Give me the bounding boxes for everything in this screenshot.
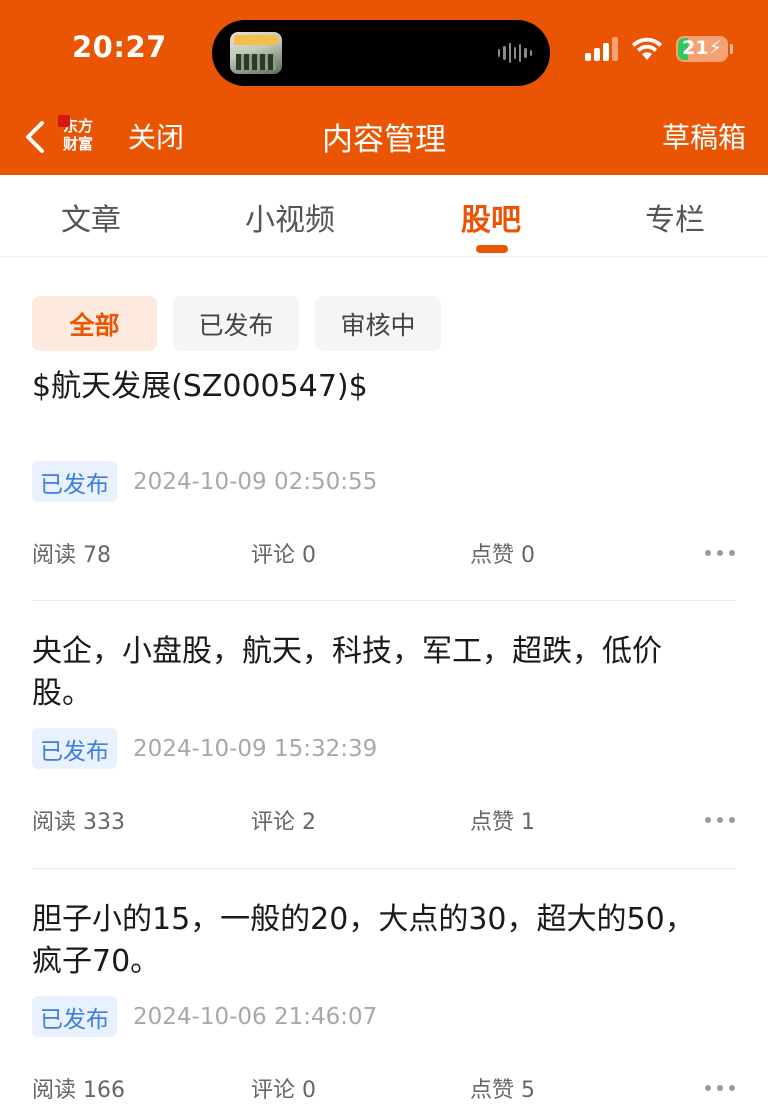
content-type-tabs: 文章 小视频 股吧 专栏 bbox=[0, 175, 768, 257]
filter-all-chip[interactable]: 全部 bbox=[32, 296, 157, 351]
list-item[interactable]: 胆子小的15，一般的20，大点的30，超大的50，疯子70。 已发布 2024-… bbox=[32, 869, 736, 1114]
like-count: 点赞 5 bbox=[470, 1078, 535, 1103]
comment-count: 评论 0 bbox=[251, 543, 316, 568]
post-date: 2024-10-09 15:32:39 bbox=[133, 735, 378, 762]
like-count: 点赞 0 bbox=[470, 543, 535, 568]
status-badge: 已发布 bbox=[32, 728, 117, 769]
post-title[interactable]: 胆子小的15，一般的20，大点的30，超大的50，疯子70。 bbox=[32, 899, 712, 983]
filter-bar: 全部 已发布 审核中 bbox=[0, 258, 768, 370]
page-title: 内容管理 bbox=[322, 122, 446, 158]
navigation-bar: 东方财富 关闭 内容管理 草稿箱 bbox=[0, 100, 768, 175]
read-count: 阅读 78 bbox=[32, 543, 111, 568]
like-count: 点赞 1 bbox=[470, 810, 535, 835]
comment-count: 评论 2 bbox=[251, 810, 316, 835]
status-time: 20:27 bbox=[72, 30, 167, 64]
post-title[interactable]: $航天发展(SZ000547)$ bbox=[32, 366, 368, 408]
battery-percentage: 21⚡ bbox=[682, 37, 722, 59]
post-date: 2024-10-09 02:50:55 bbox=[133, 468, 378, 495]
cellular-signal-icon bbox=[585, 37, 618, 61]
app-logo: 东方财富 bbox=[58, 115, 98, 155]
more-options-icon[interactable] bbox=[704, 1084, 736, 1092]
post-title[interactable]: 央企，小盘股，航天，科技，军工，超跌，低价股。 bbox=[32, 631, 712, 715]
tab-guba[interactable]: 股吧 bbox=[461, 195, 521, 239]
audio-waveform-icon bbox=[498, 42, 532, 64]
status-indicators: 21⚡ bbox=[585, 36, 733, 62]
filter-reviewing-chip[interactable]: 审核中 bbox=[315, 296, 441, 351]
app-header: 20:27 21⚡ 东方财富 关闭 内容管理 草稿箱 bbox=[0, 0, 768, 175]
battery-icon: 21⚡ bbox=[676, 36, 733, 62]
close-button[interactable]: 关闭 bbox=[128, 116, 184, 156]
status-badge: 已发布 bbox=[32, 996, 117, 1037]
read-count: 阅读 333 bbox=[32, 810, 125, 835]
now-playing-artwork bbox=[230, 32, 282, 74]
post-date: 2024-10-06 21:46:07 bbox=[133, 1003, 378, 1030]
more-options-icon[interactable] bbox=[704, 816, 736, 824]
wifi-icon bbox=[632, 37, 662, 60]
tab-short-videos[interactable]: 小视频 bbox=[245, 195, 335, 239]
tab-articles[interactable]: 文章 bbox=[61, 195, 121, 239]
status-badge: 已发布 bbox=[32, 461, 117, 502]
list-item[interactable]: 央企，小盘股，航天，科技，军工，超跌，低价股。 已发布 2024-10-09 1… bbox=[32, 601, 736, 869]
tab-columns[interactable]: 专栏 bbox=[645, 195, 705, 239]
post-list[interactable]: $航天发展(SZ000547)$ 已发布 2024-10-09 02:50:55… bbox=[0, 352, 768, 1114]
active-tab-indicator bbox=[476, 245, 508, 253]
filter-published-chip[interactable]: 已发布 bbox=[173, 296, 299, 351]
back-chevron-icon[interactable] bbox=[22, 120, 48, 154]
comment-count: 评论 0 bbox=[251, 1078, 316, 1103]
read-count: 阅读 166 bbox=[32, 1078, 125, 1103]
list-item[interactable]: $航天发展(SZ000547)$ 已发布 2024-10-09 02:50:55… bbox=[32, 352, 736, 601]
dynamic-island[interactable] bbox=[212, 20, 550, 86]
more-options-icon[interactable] bbox=[704, 549, 736, 557]
drafts-button[interactable]: 草稿箱 bbox=[662, 116, 746, 156]
